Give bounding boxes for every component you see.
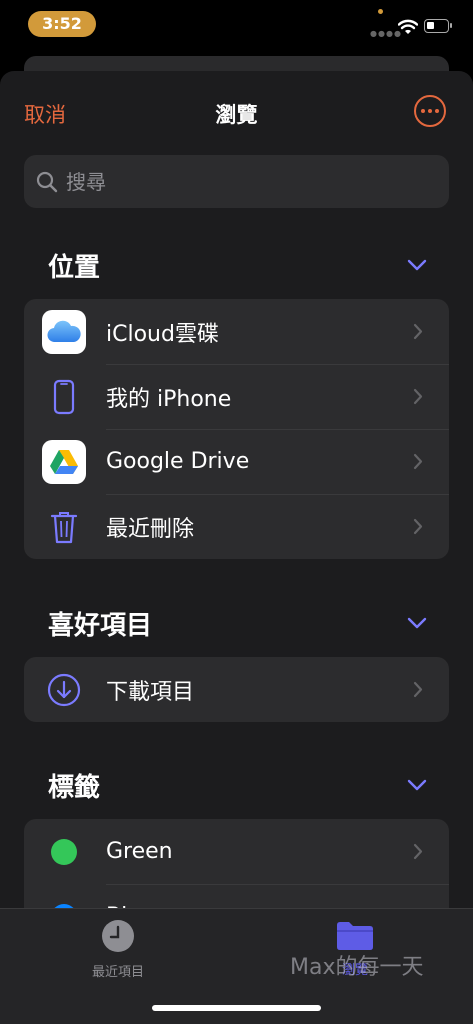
home-indicator[interactable]: [152, 1005, 321, 1011]
icon-wrap: [42, 668, 86, 712]
chevron-right-icon: [413, 518, 423, 535]
search-input[interactable]: [66, 169, 426, 194]
icon-wrap: [42, 505, 86, 549]
watermark-text: Max的每一天: [290, 955, 424, 980]
status-time: 3:52: [28, 11, 96, 37]
more-options-button[interactable]: [414, 95, 446, 127]
icon-wrap: [42, 439, 86, 484]
wifi-icon: [398, 19, 418, 34]
screen: 3:52 ●●●● 取消 瀏覽 位置: [0, 0, 473, 1024]
list-item-label: iCloud雲碟: [106, 321, 219, 347]
section-title: 喜好項目: [48, 610, 153, 641]
iphone-icon: [53, 379, 75, 414]
chevron-right-icon: [413, 388, 423, 405]
green-tag-dot-icon: [51, 838, 77, 865]
chevron-right-icon: [413, 843, 423, 860]
clock-icon: [102, 920, 134, 952]
folder-icon: [337, 922, 373, 950]
icloud-icon: [42, 309, 86, 354]
list-item-label: 我的 iPhone: [106, 386, 232, 412]
ellipsis-icon: [421, 109, 425, 113]
section-title: 標籤: [48, 772, 101, 803]
chevron-down-icon[interactable]: [407, 617, 427, 629]
browse-sheet: 取消 瀏覽 位置: [0, 71, 473, 1024]
chevron-down-icon[interactable]: [407, 779, 427, 791]
section-title: 位置: [48, 252, 101, 283]
icon-wrap: [42, 375, 86, 419]
search-bar[interactable]: [24, 155, 449, 208]
list-item-recently-deleted[interactable]: 最近刪除: [24, 494, 449, 559]
list-item-label: 下載項目: [106, 679, 195, 705]
tab-label: 最近項目: [91, 965, 144, 980]
section-header-favorites[interactable]: 喜好項目: [48, 603, 449, 643]
section-header-locations[interactable]: 位置: [48, 245, 449, 285]
list-item-my-iphone[interactable]: 我的 iPhone: [24, 364, 449, 429]
google-drive-icon: [42, 439, 86, 484]
favorites-list: 下載項目: [24, 657, 449, 722]
chevron-right-icon: [413, 323, 423, 340]
list-item-downloads[interactable]: 下載項目: [24, 657, 449, 722]
chevron-down-icon[interactable]: [407, 259, 427, 271]
tab-recents[interactable]: 最近項目: [58, 919, 178, 980]
list-item-google-drive[interactable]: Google Drive: [24, 429, 449, 494]
list-item-icloud[interactable]: iCloud雲碟: [24, 299, 449, 364]
battery-icon: [424, 19, 452, 33]
icon-wrap: [42, 309, 86, 354]
search-icon: [36, 171, 58, 192]
section-header-tags[interactable]: 標籤: [48, 765, 449, 805]
list-item-tag-green[interactable]: Green: [24, 819, 449, 884]
icon-wrap: [42, 830, 86, 874]
ellipsis-dot: [435, 109, 439, 113]
privacy-indicator-dot: [378, 9, 383, 14]
list-item-label: Google Drive: [106, 449, 250, 474]
chevron-right-icon: [413, 453, 423, 470]
trash-icon: [50, 511, 78, 543]
page-title: 瀏覽: [215, 103, 258, 127]
list-item-label: Green: [106, 839, 173, 864]
download-icon: [47, 673, 81, 706]
chevron-right-icon: [413, 681, 423, 698]
locations-list: iCloud雲碟 我的 iPhone Google Drive 最近刪除: [24, 299, 449, 559]
ellipsis-dot: [428, 109, 432, 113]
tab-bar: 最近項目 瀏覽 Max的每一天: [0, 908, 473, 1024]
list-item-label: 最近刪除: [106, 516, 195, 542]
